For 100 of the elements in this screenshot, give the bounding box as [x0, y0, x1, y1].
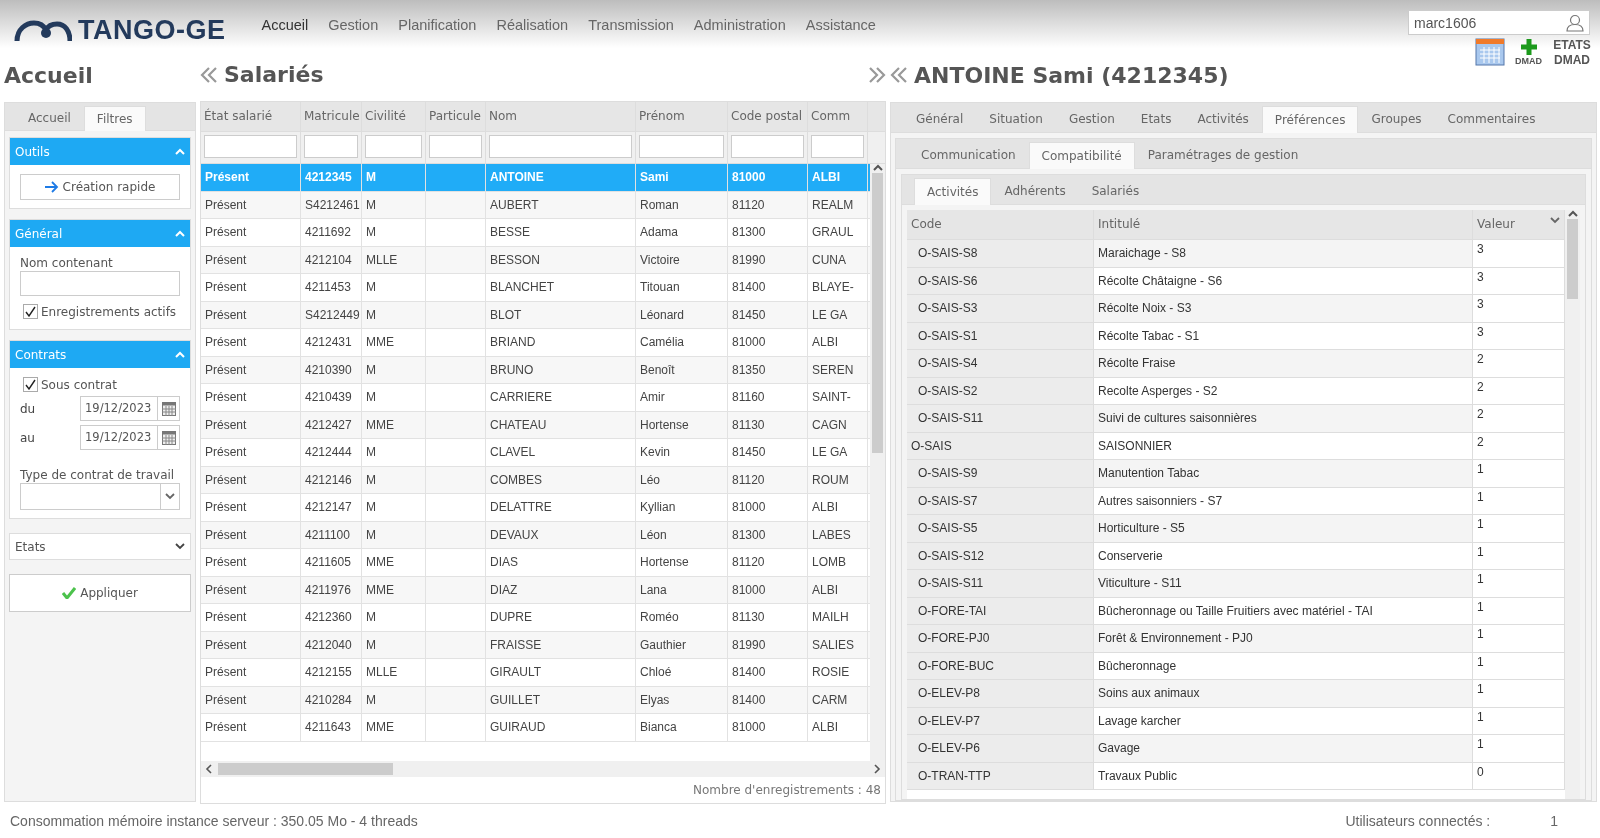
filter-field[interactable]: [811, 135, 864, 159]
table-row[interactable]: Présent 4212427 MME CHATEAU Hortense 81130 CAGN: [201, 411, 870, 440]
filter-field[interactable]: [489, 135, 632, 159]
filter-field[interactable]: [429, 135, 482, 159]
table-cell: AUBERT: [486, 191, 636, 219]
nav-item[interactable]: Assistance: [795, 17, 886, 33]
column-header[interactable]: État salarié: [201, 102, 301, 132]
scrollbar-thumb[interactable]: [218, 763, 393, 775]
tab[interactable]: Salariés: [1078, 177, 1153, 204]
table-row[interactable]: Présent 4211643 MME GUIRAUD Bianca 81000 ALBI: [201, 714, 870, 742]
nav-item[interactable]: Réalisation: [486, 17, 579, 33]
table-cell: CHATEAU: [486, 411, 636, 439]
table-row[interactable]: Présent 4211100 M DEVAUX Léon 81300 LABES: [201, 521, 870, 550]
quick-create-button[interactable]: Création rapide: [20, 174, 180, 200]
table-cell: O-SAIS: [907, 432, 1094, 459]
horizontal-scrollbar[interactable]: [201, 761, 885, 777]
vertical-scrollbar[interactable]: [870, 164, 885, 761]
double-chevron-right-icon: [868, 65, 886, 84]
table-row[interactable]: Présent 4211976 MME DIAZ Lana 81000 ALBI: [201, 576, 870, 605]
column-header[interactable]: Intitulé: [1094, 210, 1473, 240]
checkbox[interactable]: [23, 377, 38, 392]
tab[interactable]: Paramétrages de gestion: [1134, 141, 1312, 168]
users-label: Utilisateurs connectés :: [1345, 813, 1491, 829]
column-header[interactable]: Code postal: [728, 102, 808, 132]
column-header[interactable]: Comm: [808, 102, 868, 132]
scrollbar-thumb[interactable]: [1567, 219, 1578, 299]
column-header[interactable]: Matricule: [301, 102, 362, 132]
tab[interactable]: Communication: [908, 141, 1029, 168]
table-row[interactable]: Présent 4210390 M BRUNO Benoît 81350 SEREN: [201, 356, 870, 385]
select-field[interactable]: [20, 483, 180, 510]
tab[interactable]: Situation: [976, 105, 1056, 132]
table-row[interactable]: Présent S4212449 M BLOT Léonard 81450 LE GA: [201, 301, 870, 330]
filter-field[interactable]: [639, 135, 724, 159]
column-header[interactable]: Particule: [426, 102, 486, 132]
column-header[interactable]: Prénom: [636, 102, 728, 132]
table-row[interactable]: Présent 4211692 M BESSE Adama 81300 GRAUL: [201, 219, 870, 247]
tab[interactable]: Commentaires: [1434, 105, 1549, 132]
tab[interactable]: Adhérents: [991, 177, 1079, 204]
table-cell: O-SAIS-S7: [907, 487, 1094, 514]
table-cell: Soins aux animaux: [1094, 680, 1473, 707]
table-cell: Roman: [636, 191, 728, 219]
nav-item[interactable]: Accueil: [251, 17, 319, 33]
filter-field[interactable]: [304, 135, 358, 159]
table-cell: DUPRE: [486, 604, 636, 631]
column-header[interactable]: Code: [907, 210, 1094, 240]
apply-button[interactable]: Appliquer: [9, 574, 191, 612]
table-cell: FRAISSE: [486, 631, 636, 659]
table-cell: Bianca: [636, 714, 728, 741]
states-link[interactable]: ETATS DMAD: [1552, 38, 1592, 68]
nav-item[interactable]: Gestion: [318, 17, 389, 33]
tab[interactable]: Gestion: [1055, 105, 1128, 132]
table-row[interactable]: Présent 4212147 M DELATTRE Kyllian 81000 ALBI: [201, 494, 870, 522]
nav-item[interactable]: Planification: [388, 17, 487, 33]
checkbox[interactable]: [23, 304, 38, 319]
tab[interactable]: Groupes: [1358, 105, 1435, 132]
tab[interactable]: Général: [903, 105, 977, 132]
table-row[interactable]: Présent S4212461 M AUBERT Roman 81120 REALM: [201, 191, 870, 220]
scrollbar-thumb[interactable]: [872, 173, 883, 454]
table-row[interactable]: Présent 4212431 MME BRIAND Camélia 81000 ALBI: [201, 329, 870, 357]
nav-item[interactable]: Transmission: [578, 17, 684, 33]
table-row[interactable]: Présent 4212444 M CLAVEL Kevin 81450 LE GA: [201, 439, 870, 467]
table-row[interactable]: Présent 4210284 M GUILLET Elyas 81400 CARM: [201, 686, 870, 715]
add-button[interactable]: DMAD: [1515, 38, 1542, 66]
table-cell: LE GA: [808, 439, 868, 466]
column-header[interactable]: Civilité: [362, 102, 426, 132]
table-row[interactable]: Présent 4211605 MME DIAS Hortense 81120 LOMB: [201, 549, 870, 577]
filter-field[interactable]: [731, 135, 804, 159]
table-row[interactable]: Présent 4212146 M COMBES Léo 81120 ROUM: [201, 466, 870, 495]
table-cell: M: [362, 604, 426, 631]
tab[interactable]: Activités: [1184, 105, 1262, 132]
table-row[interactable]: Présent 4211453 M BLANCHET Titouan 81400 BLAYE-: [201, 274, 870, 302]
table-row[interactable]: Présent 4212155 MLLE GIRAULT Chloé 81400 ROSIE: [201, 659, 870, 687]
tab[interactable]: Compatibilité: [1028, 142, 1135, 169]
date-field[interactable]: 19/12/2023: [80, 396, 180, 421]
table-row[interactable]: Présent 4212040 M FRAISSE Gauthier 81990 SALIES: [201, 631, 870, 660]
table-cell: O-TRAN-TTP: [907, 762, 1094, 789]
nav-item[interactable]: Administration: [683, 17, 796, 33]
filter-field[interactable]: [204, 135, 297, 159]
table-cell: BRIAND: [486, 329, 636, 356]
tab[interactable]: Préférences: [1261, 106, 1359, 133]
tab[interactable]: Filtres: [83, 106, 146, 131]
table-cell: Maraichage - S8: [1094, 240, 1473, 267]
user-field[interactable]: marc1606: [1408, 10, 1590, 35]
column-header[interactable]: Valeur: [1473, 210, 1565, 240]
tab[interactable]: Activités: [914, 178, 992, 205]
table-row[interactable]: Présent 4212360 M DUPRE Roméo 81130 MAILH: [201, 604, 870, 632]
input-field[interactable]: [20, 271, 180, 296]
states-dropdown[interactable]: Etats: [9, 533, 191, 560]
vertical-scrollbar[interactable]: [1565, 210, 1580, 799]
tab[interactable]: Accueil: [15, 105, 84, 130]
panel-title: ANTOINE Sami (4212345): [914, 62, 1229, 88]
table-cell: LE GA: [808, 301, 868, 329]
column-header[interactable]: Nom: [486, 102, 636, 132]
table-row[interactable]: Présent 4212104 MLLE BESSON Victoire 81990 CUNA: [201, 246, 870, 275]
table-row[interactable]: Présent 4210439 M CARRIERE Amir 81160 SAINT-: [201, 384, 870, 412]
table-cell: CLAVEL: [486, 439, 636, 466]
filter-field[interactable]: [365, 135, 422, 159]
date-field[interactable]: 19/12/2023: [80, 425, 180, 450]
checkbox-label: Enregistrements actifs: [41, 304, 177, 319]
tab[interactable]: Etats: [1127, 105, 1185, 132]
